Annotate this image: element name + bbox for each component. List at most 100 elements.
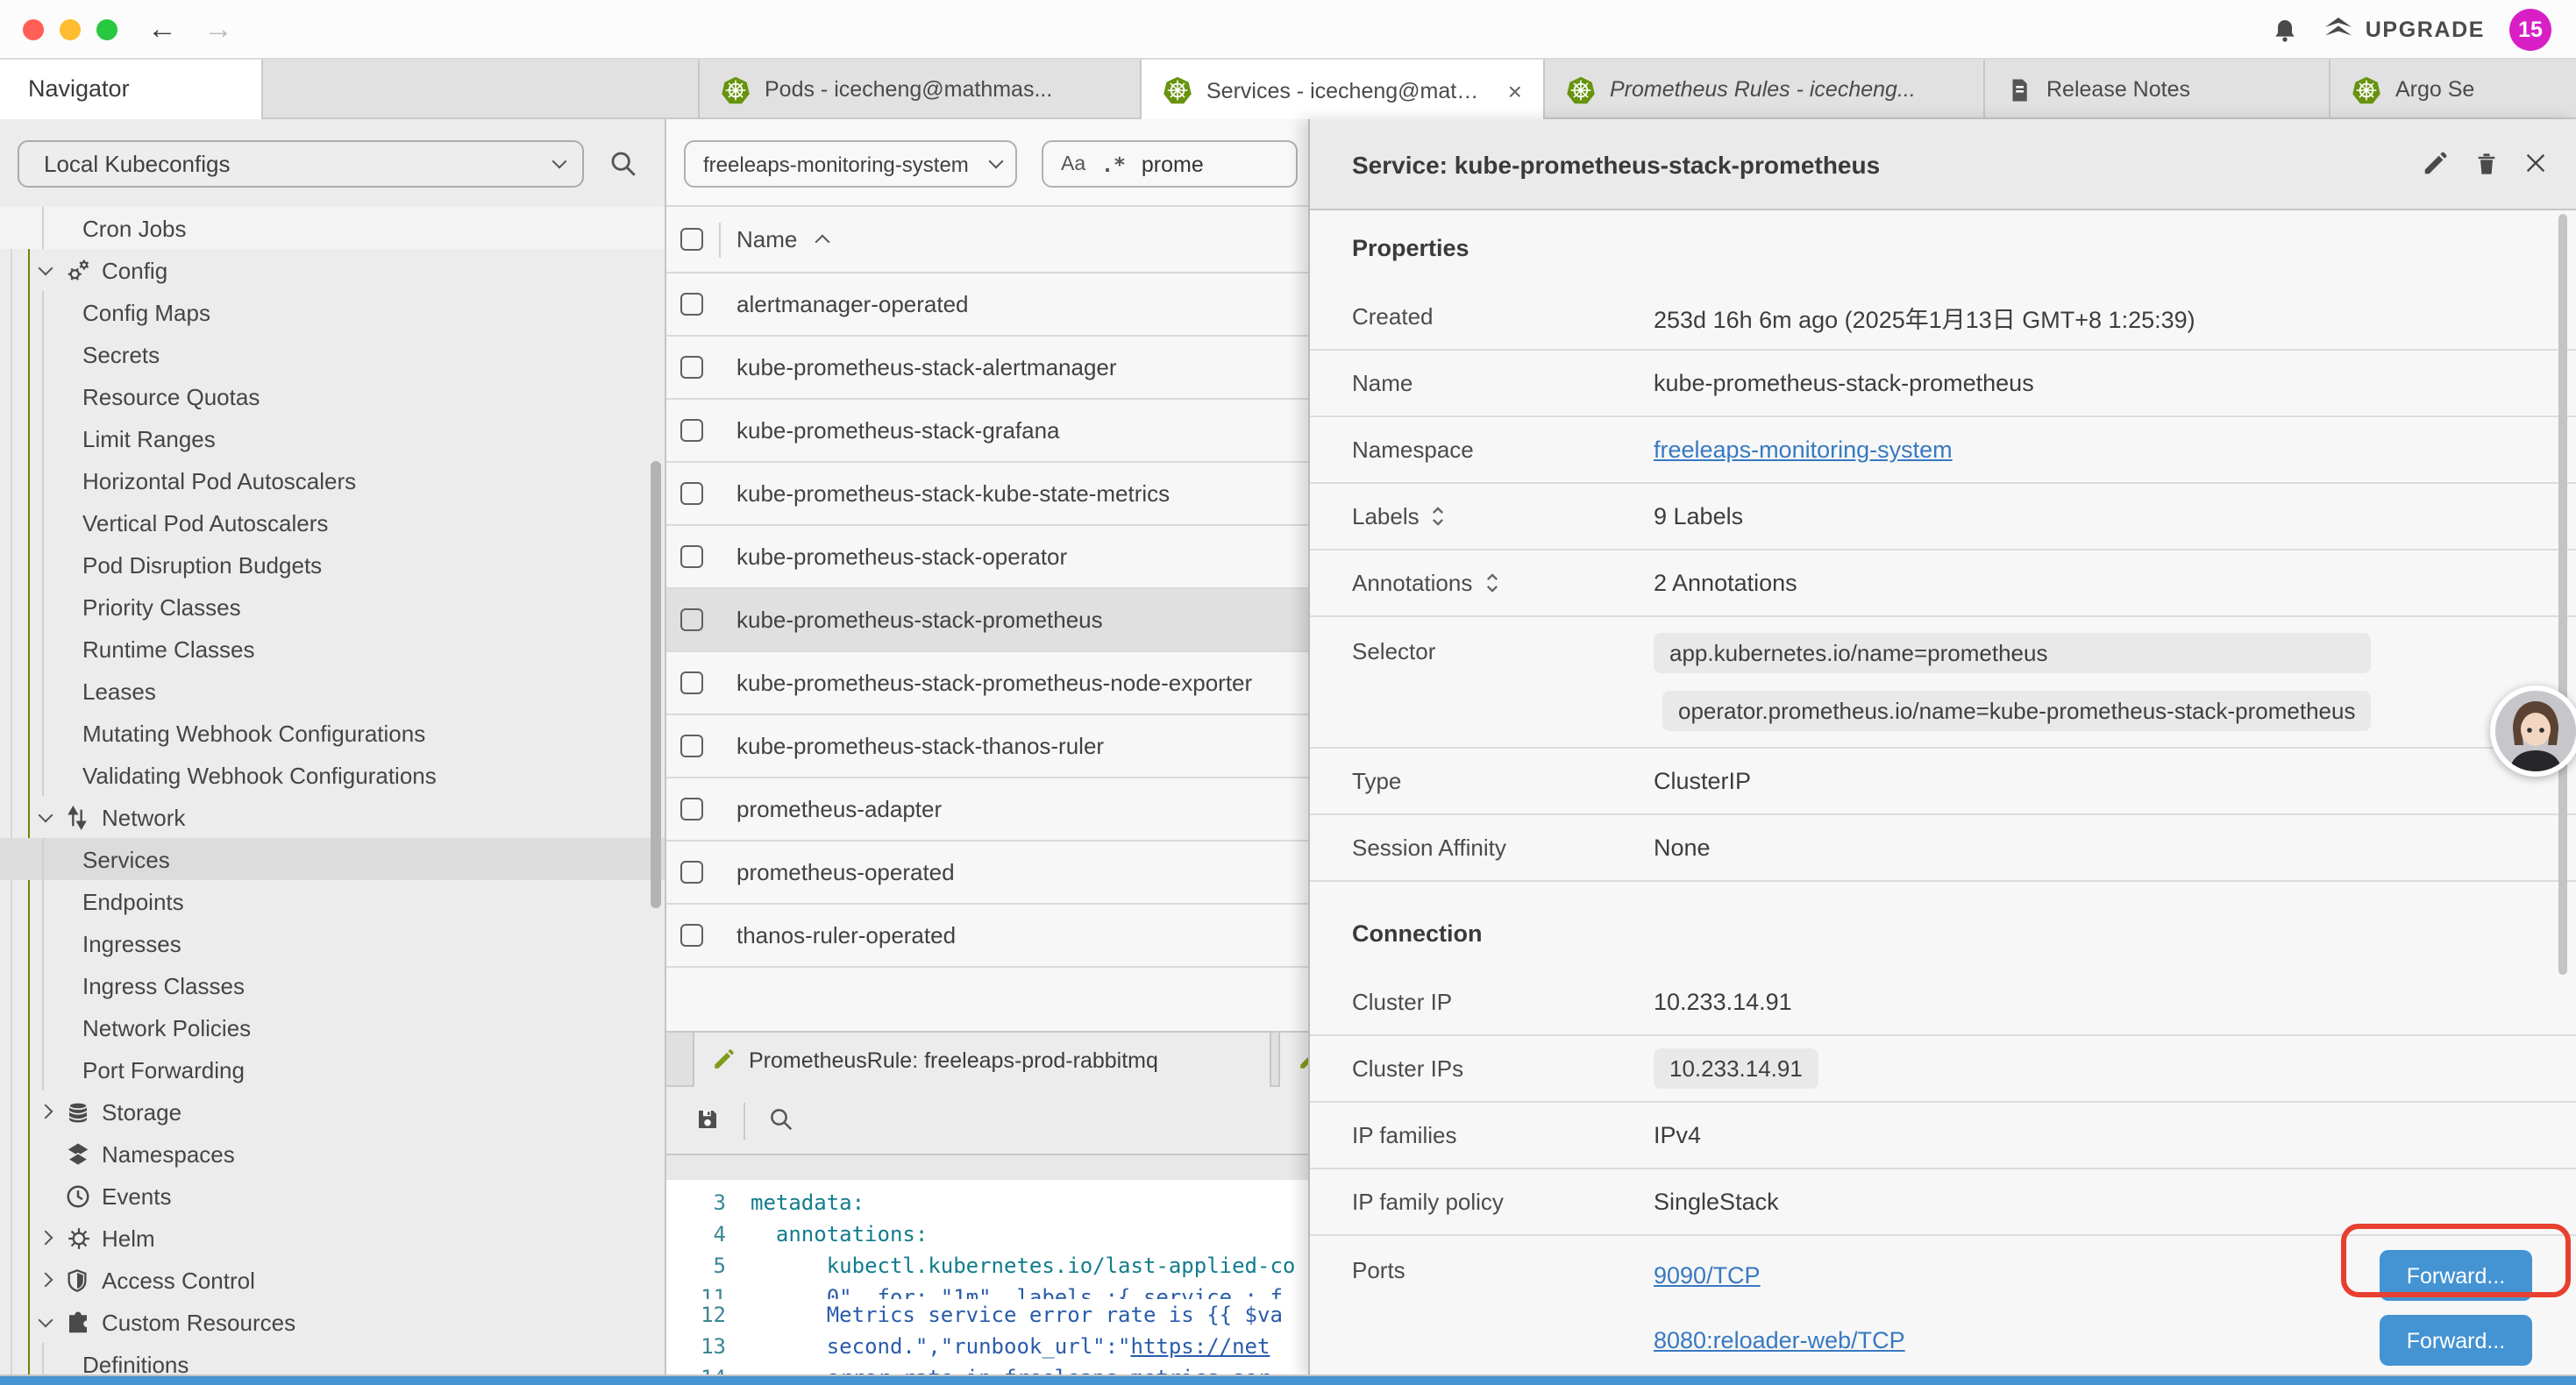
tab-pods-icecheng-mathmas[interactable]: Pods - icecheng@mathmas... <box>698 60 1142 119</box>
notification-count-badge[interactable]: 15 <box>2509 9 2551 51</box>
namespace-link[interactable]: freeleaps-monitoring-system <box>1654 437 1953 463</box>
sidebar-item-endpoints[interactable]: Endpoints <box>0 880 665 922</box>
sidebar-item-limit-ranges[interactable]: Limit Ranges <box>0 417 665 459</box>
service-search-input[interactable]: Aa .* prome <box>1042 140 1298 188</box>
row-checkbox[interactable] <box>680 734 703 756</box>
match-case-toggle[interactable]: Aa <box>1061 153 1085 174</box>
tab-label: Release Notes <box>2046 77 2190 102</box>
close-icon[interactable] <box>2523 151 2548 175</box>
sidebar-item-access-control[interactable]: Access Control <box>0 1259 665 1301</box>
table-row[interactable]: kube-prometheus-stack-prometheus-node-ex… <box>666 652 1308 715</box>
tab-argo-se[interactable]: Argo Se <box>2330 60 2576 119</box>
forward-icon[interactable]: → <box>203 7 233 53</box>
row-checkbox[interactable] <box>680 607 703 630</box>
sidebar-item-resource-quotas[interactable]: Resource Quotas <box>0 375 665 417</box>
table-row[interactable]: kube-prometheus-stack-kube-state-metrics <box>666 463 1308 526</box>
edit-icon[interactable] <box>2422 151 2448 177</box>
sidebar-item-priority-classes[interactable]: Priority Classes <box>0 586 665 628</box>
tab-navigator[interactable]: Navigator <box>0 60 263 119</box>
regex-toggle[interactable]: .* <box>1101 152 1126 176</box>
sidebar-item-config-maps[interactable]: Config Maps <box>0 291 665 333</box>
namespace-filter[interactable]: freeleaps-monitoring-system <box>684 140 1017 188</box>
bell-icon[interactable] <box>2271 15 2299 45</box>
row-checkbox[interactable] <box>680 860 703 883</box>
back-icon[interactable]: ← <box>147 7 177 53</box>
port-link[interactable]: 9090/TCP <box>1654 1262 1761 1289</box>
search-icon[interactable] <box>768 1106 794 1133</box>
tab-label: Prometheus Rules - icecheng... <box>1610 77 1916 102</box>
window-close-button[interactable] <box>23 19 44 40</box>
chevron-down-icon[interactable] <box>39 807 53 822</box>
table-row[interactable]: thanos-ruler-operated <box>666 905 1308 968</box>
delete-icon[interactable] <box>2474 151 2499 177</box>
sidebar-item-services[interactable]: Services <box>0 838 665 880</box>
assistant-avatar[interactable] <box>2490 685 2576 777</box>
sidebar-item-events[interactable]: Events <box>0 1175 665 1217</box>
sidebar-item-secrets[interactable]: Secrets <box>0 333 665 375</box>
row-checkbox[interactable] <box>680 355 703 378</box>
forward-button[interactable]: Forward... <box>2380 1315 2532 1366</box>
chevron-right-icon[interactable] <box>39 1104 53 1119</box>
sidebar-item-network[interactable]: Network <box>0 796 665 838</box>
row-checkbox[interactable] <box>680 292 703 315</box>
sidebar-item-vertical-pod-autoscalers[interactable]: Vertical Pod Autoscalers <box>0 501 665 543</box>
sidebar-item-network-policies[interactable]: Network Policies <box>0 1006 665 1048</box>
table-row[interactable]: kube-prometheus-stack-grafana <box>666 400 1308 463</box>
sidebar-item-config[interactable]: Config <box>0 249 665 291</box>
property-label: Selector <box>1310 617 1654 664</box>
tab-prometheus-rules-icecheng[interactable]: Prometheus Rules - icecheng... <box>1545 60 1985 119</box>
table-row[interactable]: kube-prometheus-stack-prometheus <box>666 589 1308 652</box>
chevron-down-icon[interactable] <box>39 1312 53 1327</box>
table-row[interactable]: kube-prometheus-stack-thanos-ruler <box>666 715 1308 778</box>
table-header[interactable]: Name <box>666 207 1308 273</box>
code-editor-content[interactable]: 3metadata:4 annotations:5 kubectl.kubern… <box>666 1180 1308 1376</box>
kubeconfig-selector[interactable]: Local Kubeconfigs <box>18 140 584 188</box>
tab-release-notes[interactable]: Release Notes <box>1985 60 2330 119</box>
row-checkbox[interactable] <box>680 797 703 820</box>
sidebar-item-namespaces[interactable]: Namespaces <box>0 1133 665 1175</box>
chevron-right-icon[interactable] <box>39 1231 53 1246</box>
sidebar-item-runtime-classes[interactable]: Runtime Classes <box>0 628 665 670</box>
chevron-down-icon[interactable] <box>39 260 53 275</box>
port-link[interactable]: 8080:reloader-web/TCP <box>1654 1327 1905 1353</box>
save-icon[interactable] <box>694 1106 721 1133</box>
sidebar-item-storage[interactable]: Storage <box>0 1090 665 1133</box>
expander-icon[interactable] <box>1432 505 1446 528</box>
detail-scrollbar[interactable] <box>2558 214 2567 975</box>
window-minimize-button[interactable] <box>60 19 81 40</box>
table-row[interactable]: alertmanager-operated <box>666 273 1308 337</box>
table-row[interactable]: kube-prometheus-stack-alertmanager <box>666 337 1308 400</box>
table-row[interactable]: prometheus-operated <box>666 842 1308 905</box>
sidebar-item-ingresses[interactable]: Ingresses <box>0 922 665 964</box>
sidebar-item-definitions[interactable]: Definitions <box>0 1343 665 1376</box>
upgrade-button[interactable]: UPGRADE <box>2323 17 2485 43</box>
sidebar-item-mutating-webhook-configurations[interactable]: Mutating Webhook Configurations <box>0 712 665 754</box>
select-all-checkbox[interactable] <box>680 227 703 250</box>
window-zoom-button[interactable] <box>96 19 117 40</box>
sidebar-item-horizontal-pod-autoscalers[interactable]: Horizontal Pod Autoscalers <box>0 459 665 501</box>
search-icon[interactable] <box>608 149 638 179</box>
sidebar-item-custom-resources[interactable]: Custom Resources <box>0 1301 665 1343</box>
sidebar-item-validating-webhook-configurations[interactable]: Validating Webhook Configurations <box>0 754 665 796</box>
editor-tab-prometheusrule[interactable]: PrometheusRule: freeleaps-prod-rabbitmq <box>693 1033 1271 1087</box>
column-header-name[interactable]: Name <box>737 207 797 273</box>
chevron-right-icon[interactable] <box>39 1273 53 1288</box>
sidebar-item-port-forwarding[interactable]: Port Forwarding <box>0 1048 665 1090</box>
tab-services-icecheng-math[interactable]: Services - icecheng@math...× <box>1142 60 1545 119</box>
row-checkbox[interactable] <box>680 544 703 567</box>
row-checkbox[interactable] <box>680 923 703 946</box>
sidebar-item-pod-disruption-budgets[interactable]: Pod Disruption Budgets <box>0 543 665 586</box>
row-checkbox[interactable] <box>680 481 703 504</box>
row-checkbox[interactable] <box>680 671 703 693</box>
row-checkbox[interactable] <box>680 418 703 441</box>
expander-icon[interactable] <box>1484 572 1498 594</box>
resource-tree: Cron JobsConfigConfig MapsSecretsResourc… <box>0 207 665 1376</box>
sidebar-item-leases[interactable]: Leases <box>0 670 665 712</box>
sidebar-item-ingress-classes[interactable]: Ingress Classes <box>0 964 665 1006</box>
table-row[interactable]: kube-prometheus-stack-operator <box>666 526 1308 589</box>
sidebar-scrollbar[interactable] <box>651 461 661 908</box>
sidebar-item-helm[interactable]: Helm <box>0 1217 665 1259</box>
close-icon[interactable]: × <box>1508 76 1522 104</box>
table-row[interactable]: prometheus-adapter <box>666 778 1308 842</box>
sidebar-item-cron-jobs[interactable]: Cron Jobs <box>0 207 665 249</box>
